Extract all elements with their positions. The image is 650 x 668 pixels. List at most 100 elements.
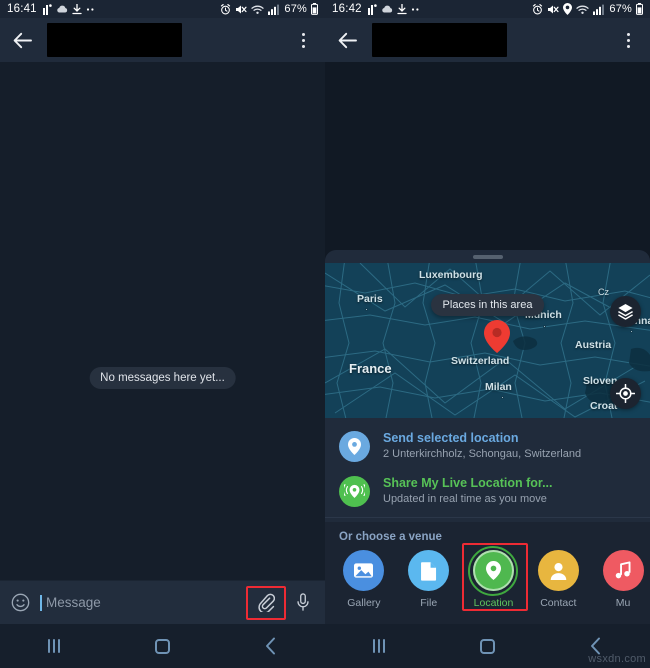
file-icon (420, 561, 437, 581)
message-input[interactable]: Message (40, 594, 246, 611)
status-left-icons (42, 3, 96, 15)
message-placeholder: Message (46, 595, 101, 610)
send-location-address: 2 Unterkirchholz, Schongau, Switzerland (383, 448, 582, 461)
section-divider (325, 517, 650, 519)
attachment-option-file[interactable]: File (402, 550, 456, 609)
map-label: Cz (598, 287, 609, 297)
sheet-drag-handle[interactable] (472, 254, 503, 259)
nav-home-button[interactable] (135, 631, 189, 661)
location-bottom-sheet: Paris Luxembourg France Switzerland Muni… (325, 250, 650, 624)
status-right-icons: 67% (220, 3, 318, 15)
left-status-bar: 16:41 67% (0, 0, 325, 18)
map-pin-icon[interactable] (484, 320, 510, 358)
cellular-icon (593, 4, 605, 15)
watermark: wsxdn.com (588, 653, 646, 665)
sheet-handle-row[interactable] (325, 250, 650, 263)
share-live-location-row[interactable]: Share My Live Location for... Updated in… (325, 469, 650, 514)
live-location-text: Share My Live Location for... Updated in… (383, 475, 552, 508)
status-time: 16:41 (7, 3, 37, 15)
message-composer: Message (0, 580, 325, 624)
more-dots-icon (411, 7, 421, 12)
download-icon (72, 3, 82, 15)
download-icon (397, 3, 407, 15)
map-city-dot (365, 308, 368, 311)
map-city-dot (501, 396, 504, 399)
gallery-badge (343, 550, 385, 592)
signal-bars-icon (42, 3, 52, 15)
nav-recents-button[interactable] (27, 631, 81, 661)
map-layers-icon (617, 303, 634, 320)
file-label: File (420, 597, 438, 610)
places-in-area-button[interactable]: Places in this area (430, 294, 545, 316)
back-button[interactable] (10, 27, 36, 53)
location-pin-icon (563, 3, 573, 15)
recents-icon (373, 639, 386, 653)
status-left-icons (367, 3, 421, 15)
map-preview[interactable]: Paris Luxembourg France Switzerland Muni… (325, 263, 650, 418)
mute-icon (235, 4, 247, 15)
home-icon (154, 638, 170, 654)
status-right-icons: 67% (532, 3, 643, 15)
my-location-button[interactable] (610, 378, 641, 409)
cloud-icon (56, 4, 68, 15)
overflow-menu-icon[interactable] (291, 26, 315, 54)
battery-icon (311, 3, 318, 15)
text-caret (40, 594, 42, 611)
map-city-dot (630, 330, 633, 333)
left-system-nav-bar (0, 624, 325, 668)
send-location-text: Send selected location 2 Unterkirchholz,… (383, 430, 581, 463)
battery-percent: 67% (609, 3, 632, 15)
nav-home-button[interactable] (460, 631, 514, 661)
location-selected-ring (468, 546, 519, 597)
wifi-icon (251, 4, 265, 15)
attachment-option-gallery[interactable]: Gallery (337, 550, 391, 609)
microphone-icon[interactable] (290, 588, 316, 618)
back-button[interactable] (335, 27, 361, 53)
file-badge (408, 550, 450, 592)
recents-icon (48, 639, 61, 653)
attach-button-highlight[interactable] (246, 585, 286, 620)
more-dots-icon (86, 7, 96, 12)
location-options-list: Send selected location 2 Unterkirchholz,… (325, 418, 650, 523)
location-pin-badge (339, 431, 370, 463)
mute-icon (547, 4, 559, 15)
gallery-label: Gallery (347, 597, 381, 610)
send-selected-location-row[interactable]: Send selected location 2 Unterkirchholz,… (325, 424, 650, 469)
cellular-icon (268, 4, 280, 15)
overflow-menu-icon[interactable] (616, 26, 640, 54)
map-city-dot (543, 325, 546, 328)
right-status-bar: 16:42 67% (325, 0, 650, 18)
nav-back-button[interactable] (244, 631, 298, 661)
live-location-icon (344, 483, 365, 500)
live-location-badge (339, 476, 370, 508)
map-label: Luxembourg (419, 269, 483, 281)
emoji-smiley-icon[interactable] (9, 592, 31, 614)
chat-title-redacted (47, 23, 182, 57)
wifi-icon (576, 4, 590, 15)
nav-recents-button[interactable] (352, 631, 406, 661)
home-icon (479, 638, 495, 654)
paperclip-icon (257, 593, 275, 612)
contact-label: Contact (540, 597, 577, 610)
right-app-bar (325, 18, 650, 62)
attachment-option-location[interactable]: Location (461, 543, 528, 612)
my-location-icon (616, 384, 635, 403)
attachment-option-contact[interactable]: Contact (531, 550, 585, 609)
contact-icon (549, 561, 568, 581)
live-location-title: Share My Live Location for... (383, 476, 553, 491)
battery-icon (636, 3, 643, 15)
left-app-bar (0, 18, 325, 62)
map-layers-button[interactable] (610, 296, 641, 327)
attachment-option-music[interactable]: Mu (596, 550, 650, 609)
map-label: Paris (357, 293, 383, 305)
cloud-icon (381, 4, 393, 15)
live-location-subtitle: Updated in real time as you move (383, 493, 547, 506)
alarm-icon (532, 3, 543, 15)
map-label: France (349, 361, 392, 376)
status-time: 16:42 (332, 3, 362, 15)
music-label: Mu (615, 597, 631, 610)
screenshot-stage: 16:41 67% No messages here yet... Messag… (0, 0, 650, 668)
back-arrow-icon (13, 32, 33, 49)
venue-section: Or choose a venue Gallery File Location … (325, 522, 650, 624)
right-phone-panel: 16:42 67% Paris Luxembourg France Switze… (325, 0, 650, 668)
